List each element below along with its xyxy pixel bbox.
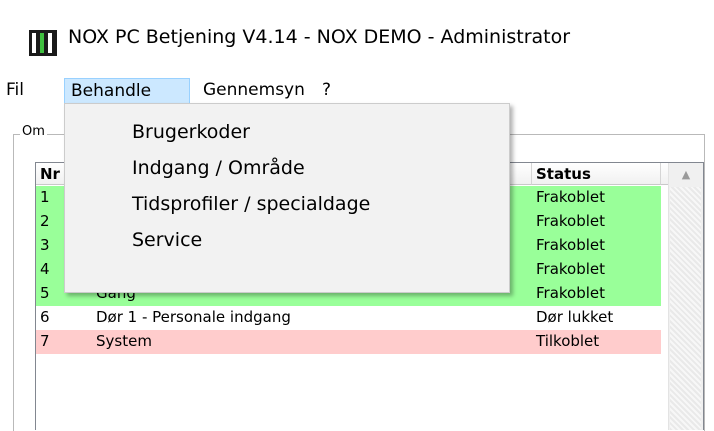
cell-status: Frakoblet (536, 212, 606, 230)
cell-status: Tilkoblet (536, 332, 600, 350)
vertical-scrollbar[interactable]: ▲ (668, 163, 703, 430)
scroll-track[interactable] (670, 187, 701, 430)
menu-behandle[interactable]: Behandle (64, 78, 190, 104)
menu-gennemsyn[interactable]: Gennemsyn (197, 78, 311, 104)
nox-app-icon (29, 30, 57, 56)
menu-item-service[interactable]: Service (65, 222, 509, 258)
cell-nr: 6 (40, 308, 50, 326)
scroll-up-arrow-icon[interactable]: ▲ (669, 163, 703, 186)
cell-nr: 7 (40, 332, 50, 350)
behandle-dropdown-menu: Brugerkoder Indgang / Område Tidsprofile… (64, 103, 510, 293)
title-bar: NOX PC Betjening V4.14 - NOX DEMO - Admi… (0, 0, 714, 78)
window-title: NOX PC Betjening V4.14 - NOX DEMO - Admi… (68, 26, 571, 48)
menu-item-brugerkoder[interactable]: Brugerkoder (65, 114, 509, 150)
cell-name: System (96, 332, 152, 350)
column-header-status[interactable]: Status (532, 163, 661, 185)
menu-bar: Fil Behandle Gennemsyn ? (0, 78, 714, 104)
menu-fil[interactable]: Fil (0, 78, 30, 104)
cell-status: Frakoblet (536, 284, 606, 302)
menu-item-tidsprofiler[interactable]: Tidsprofiler / specialdage (65, 186, 509, 222)
cell-status: Frakoblet (536, 260, 606, 278)
menu-item-indgang-omraade[interactable]: Indgang / Område (65, 150, 509, 186)
cell-name: Dør 1 - Personale indgang (96, 308, 291, 326)
cell-status: Frakoblet (536, 188, 606, 206)
group-title: Om (20, 124, 47, 139)
cell-status: Dør lukket (536, 308, 614, 326)
table-row[interactable]: 7 System Tilkoblet (36, 330, 661, 354)
menu-help[interactable]: ? (316, 78, 337, 104)
cell-status: Frakoblet (536, 236, 606, 254)
table-row[interactable]: 6 Dør 1 - Personale indgang Dør lukket (36, 306, 661, 330)
